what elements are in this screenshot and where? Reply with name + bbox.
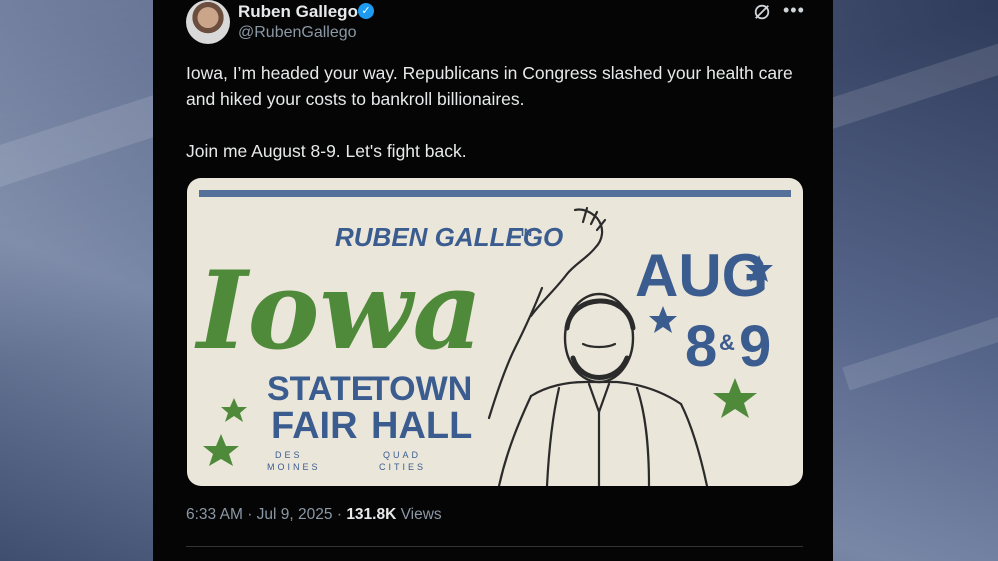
poster-in-label: IN [521, 227, 532, 239]
star-shape [649, 306, 677, 333]
meta-separator: · [336, 506, 342, 523]
event2-sub2: CITIES [379, 462, 426, 472]
poster-graphic: RUBEN GALLEGO IN Iowa AUG 8 & 9 STATE FA… [194, 190, 791, 486]
views-label: Views [400, 506, 442, 523]
tweet-meta: 6:33 AM · Jul 9, 2025 · 131.8K Views [186, 506, 442, 524]
event2-sub1: QUAD [383, 450, 421, 460]
top-rule [199, 190, 791, 197]
poster-state: Iowa [194, 248, 483, 374]
author-name[interactable]: Ruben Gallego [238, 2, 358, 22]
event2-line2: HALL [371, 405, 472, 447]
event1-line2: FAIR [271, 405, 358, 447]
author-handle[interactable]: @RubenGallego [238, 24, 357, 42]
poster-month: AUG [635, 242, 768, 309]
event1-sub1: DES [275, 450, 303, 460]
divider [186, 546, 803, 547]
tweet-time[interactable]: 6:33 AM [186, 506, 243, 523]
tweet-image[interactable]: RUBEN GALLEGO IN Iowa AUG 8 & 9 STATE FA… [187, 178, 803, 486]
poster-day-two: 9 [739, 314, 771, 379]
verified-badge-icon: ✓ [358, 3, 374, 19]
star-shape [203, 434, 239, 466]
tweet-card: Ruben Gallego ✓ @RubenGallego ••• Iowa, … [153, 0, 833, 561]
event1-line1: STATE [267, 370, 373, 408]
avatar[interactable] [186, 0, 230, 44]
grok-icon[interactable] [753, 3, 771, 21]
more-icon[interactable]: ••• [783, 0, 805, 21]
poster-amp: & [719, 330, 735, 355]
poster-day-one: 8 [685, 314, 717, 379]
tweet-date[interactable]: Jul 9, 2025 [257, 506, 333, 523]
star-shape [713, 378, 757, 418]
meta-separator: · [247, 506, 253, 523]
event1-sub2: MOINES [267, 462, 321, 472]
tweet-text: Iowa, I’m headed your way. Republicans i… [186, 63, 793, 161]
star-shape [221, 398, 247, 422]
views-count: 131.8K [346, 506, 397, 523]
event2-line1: TOWN [369, 370, 472, 408]
